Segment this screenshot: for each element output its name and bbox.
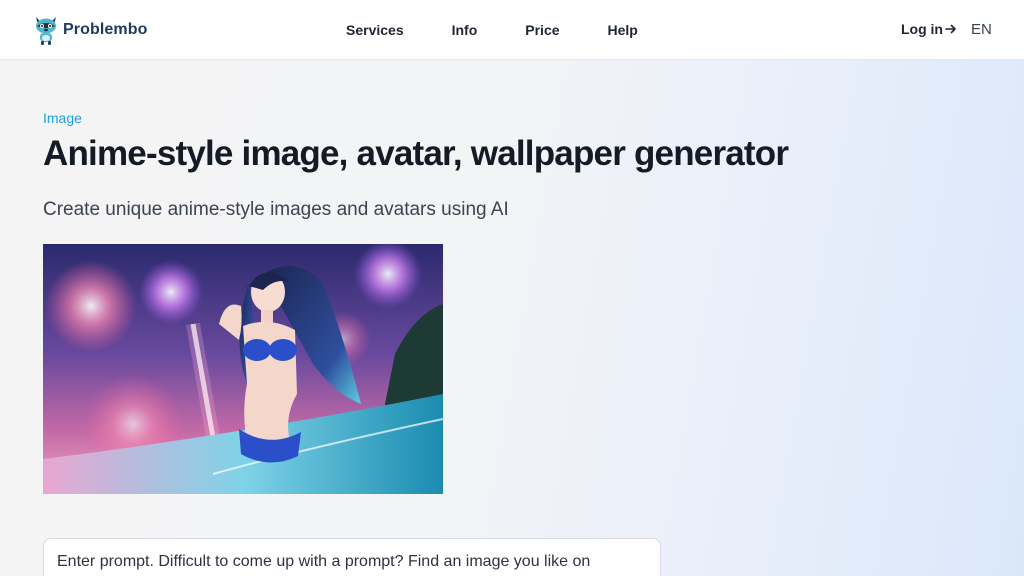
brand-name: Problembo xyxy=(63,21,148,38)
arrow-right-icon xyxy=(945,24,956,34)
login-link[interactable]: Log in xyxy=(901,21,957,37)
prompt-placeholder: Enter prompt. Difficult to come up with … xyxy=(57,553,591,570)
main-nav: Services Info Price Help xyxy=(346,0,638,60)
nav-help[interactable]: Help xyxy=(608,22,638,38)
login-label: Log in xyxy=(901,21,943,37)
nav-info[interactable]: Info xyxy=(452,22,478,38)
language-selector[interactable]: EN xyxy=(971,21,992,38)
category-link[interactable]: Image xyxy=(43,110,82,126)
nav-services[interactable]: Services xyxy=(346,22,404,38)
prompt-input[interactable]: Enter prompt. Difficult to come up with … xyxy=(43,538,661,576)
nav-price[interactable]: Price xyxy=(525,22,559,38)
brand-logo[interactable]: Problembo xyxy=(33,13,147,47)
page-subtitle: Create unique anime-style images and ava… xyxy=(43,199,509,220)
page-title: Anime-style image, avatar, wallpaper gen… xyxy=(43,134,789,173)
raccoon-logo-icon xyxy=(36,17,56,45)
top-header: Problembo Services Info Price Help Log i… xyxy=(0,0,1024,60)
anime-girl-fireworks-image xyxy=(43,244,443,494)
